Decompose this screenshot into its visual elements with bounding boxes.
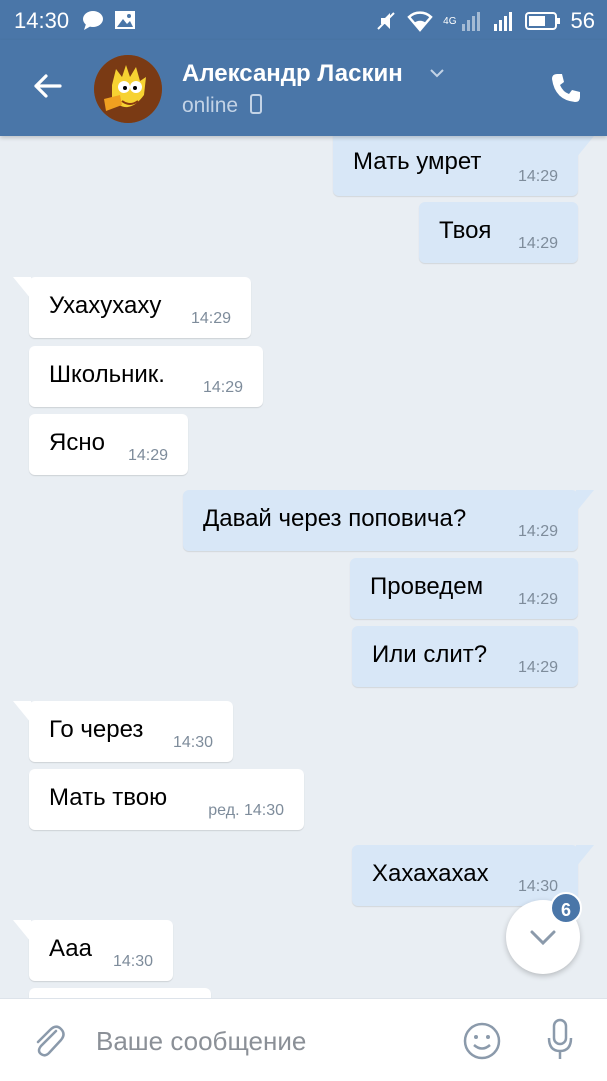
message-time: 14:30 [517, 878, 558, 895]
chat-notification-icon [83, 11, 103, 30]
image-notification-icon [115, 11, 135, 29]
signal-icon-1 [461, 12, 480, 31]
network-type-label: 4G [443, 15, 457, 27]
message-time: 14:29 [517, 235, 558, 252]
message-time: 14:29 [127, 447, 168, 464]
microphone-icon[interactable] [544, 1017, 576, 1063]
contact-status: online [182, 94, 262, 118]
message-time: 14:29 [517, 659, 558, 676]
message-bubble-in[interactable]: Ясно 14:29 [29, 414, 188, 475]
message-bubble-out[interactable]: Хахахахах 14:30 [352, 845, 578, 906]
message-time: 14:29 [517, 523, 558, 540]
message-bubble-in[interactable]: Го через 14:30 [29, 701, 233, 762]
message-time: 14:30 [112, 953, 153, 970]
message-text: Твоя [439, 217, 492, 244]
smile-icon[interactable] [462, 1021, 502, 1061]
message-bubble-partial [29, 988, 211, 998]
message-list[interactable]: Мать умрет 14:29 Твоя 14:29 Ухахухаху 14:29 Шк… [0, 136, 607, 998]
battery-icon [524, 12, 560, 30]
phone-icon[interactable] [548, 70, 584, 106]
mobile-device-icon [249, 94, 262, 114]
message-text: Ясно [49, 429, 105, 456]
message-bubble-out[interactable]: Твоя 14:29 [419, 202, 578, 263]
avatar[interactable] [94, 55, 162, 123]
message-text: Мать умрет [353, 148, 482, 175]
battery-level: 56 [570, 8, 595, 33]
attach-paperclip-icon[interactable] [30, 1021, 66, 1061]
message-bubble-out[interactable]: Проведем 14:29 [350, 558, 578, 619]
bubble-tail [576, 136, 594, 158]
notification-icons [82, 9, 136, 31]
avatar-cartoon-icon [94, 55, 162, 123]
bubble-tail [13, 701, 31, 723]
bubble-tail [576, 845, 594, 867]
message-time: 14:29 [517, 168, 558, 185]
contact-name[interactable]: Александр Ласкин [182, 60, 403, 88]
message-bubble-out[interactable]: Или слит? 14:29 [352, 626, 578, 687]
unread-count-badge: 6 [550, 892, 582, 924]
message-text: Ухахухаху [49, 292, 162, 319]
message-time: 14:29 [202, 379, 243, 396]
message-text: Го через [49, 716, 144, 743]
message-text: Ааа [49, 935, 92, 962]
message-text: Проведем [370, 573, 484, 600]
message-text: Хахахахах [372, 860, 489, 887]
message-text: Давай через поповича? [203, 505, 467, 532]
bubble-tail [13, 277, 31, 299]
message-time: 14:29 [190, 310, 231, 327]
message-input[interactable] [96, 1021, 436, 1061]
bubble-tail [13, 920, 31, 942]
message-bubble-out[interactable]: Давай через поповича? 14:29 [183, 490, 578, 551]
status-time: 14:30 [14, 8, 70, 33]
signal-icon-2 [493, 12, 512, 31]
message-text: Школьник. [49, 361, 165, 388]
message-time: ред. 14:30 [208, 802, 284, 819]
status-bar: 14:30 4G 56 [0, 0, 607, 40]
message-text: Или слит? [372, 641, 488, 668]
system-icons: 4G 56 [375, 8, 595, 34]
message-time: 14:29 [517, 591, 558, 608]
status-label: online [182, 94, 239, 117]
message-time: 14:30 [172, 734, 213, 751]
message-bubble-in[interactable]: Школьник. 14:29 [29, 346, 263, 407]
message-bubble-out[interactable]: Мать умрет 14:29 [333, 136, 578, 196]
message-input-bar [0, 998, 607, 1081]
chevron-down-icon[interactable] [428, 66, 446, 80]
back-arrow-icon[interactable] [26, 64, 70, 108]
bubble-tail [576, 490, 594, 512]
message-bubble-in[interactable]: Ухахухаху 14:29 [29, 277, 251, 338]
wifi-icon [407, 11, 433, 32]
chat-header: Александр Ласкин online [0, 40, 607, 136]
message-bubble-in[interactable]: Ааа 14:30 [29, 920, 173, 981]
message-text: Мать твою [49, 784, 168, 811]
mute-icon [377, 12, 395, 30]
message-bubble-in[interactable]: Мать твою ред. 14:30 [29, 769, 304, 830]
